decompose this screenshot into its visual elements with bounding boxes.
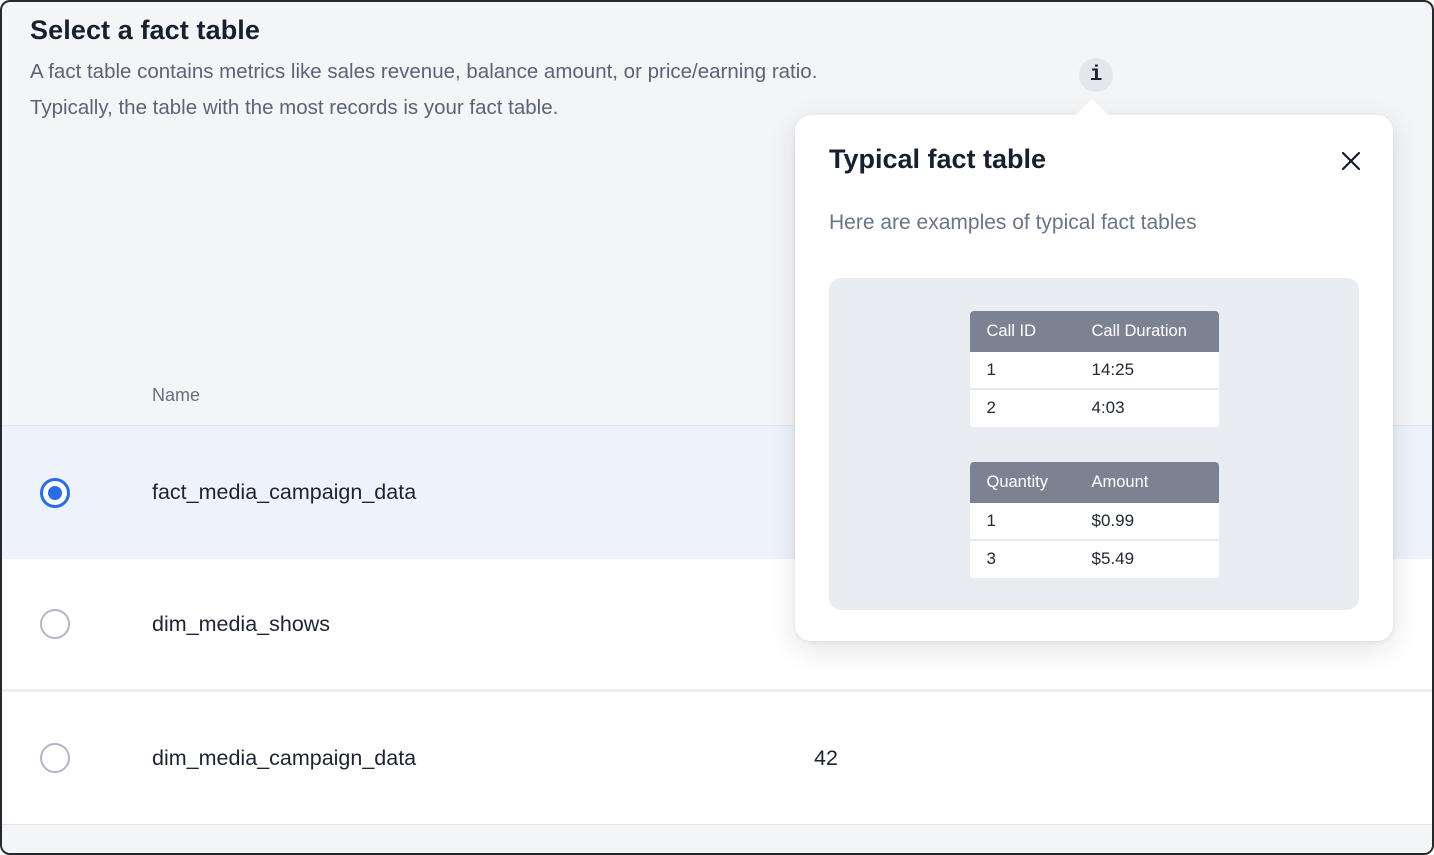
page-description-line-2: Typically, the table with the most recor…: [30, 96, 558, 120]
header-cell: Quantity: [970, 473, 1092, 492]
example-table-sales: Quantity Amount 1 $0.99 3 $5.49: [970, 462, 1219, 578]
cell: 14:25: [1092, 360, 1219, 380]
example-table-row: 2 4:03: [970, 390, 1219, 428]
cell: 1: [970, 360, 1092, 380]
cell: 1: [970, 511, 1092, 531]
cell: 3: [970, 549, 1092, 569]
page-description-line-1: A fact table contains metrics like sales…: [30, 60, 817, 84]
example-table-row: 1 $0.99: [970, 503, 1219, 541]
header-cell: Amount: [1092, 473, 1219, 492]
cell: $0.99: [1092, 511, 1219, 531]
cell: $5.49: [1092, 549, 1219, 569]
table-name-label: dim_media_campaign_data: [152, 746, 416, 771]
radio-unselected[interactable]: [40, 609, 70, 639]
record-count: 42: [814, 746, 838, 771]
cell: 4:03: [1092, 398, 1219, 418]
info-icon: i: [1090, 65, 1103, 86]
header-cell: Call ID: [970, 322, 1092, 341]
example-table-header-row: Call ID Call Duration: [970, 311, 1219, 352]
info-button[interactable]: i: [1079, 58, 1113, 92]
close-icon: [1339, 149, 1363, 173]
column-header-name: Name: [152, 385, 200, 406]
example-table-row: 1 14:25: [970, 352, 1219, 390]
cell: 2: [970, 398, 1092, 418]
footer-strip: [2, 824, 1434, 855]
close-button[interactable]: [1337, 147, 1365, 175]
example-table-header-row: Quantity Amount: [970, 462, 1219, 503]
typical-fact-table-popover: Typical fact table Here are examples of …: [795, 115, 1393, 641]
table-name-label: dim_media_shows: [152, 612, 330, 637]
popover-caret: [1074, 99, 1111, 136]
example-table-row: 3 $5.49: [970, 541, 1219, 579]
example-tables-card: Call ID Call Duration 1 14:25 2 4:03 Qua…: [829, 278, 1359, 610]
radio-unselected[interactable]: [40, 743, 70, 773]
table-name-label: fact_media_campaign_data: [152, 480, 416, 505]
radio-selected[interactable]: [40, 478, 70, 508]
example-table-calls: Call ID Call Duration 1 14:25 2 4:03: [970, 311, 1219, 427]
popover-subtitle: Here are examples of typical fact tables: [829, 211, 1197, 235]
popover-title: Typical fact table: [829, 144, 1046, 175]
header-cell: Call Duration: [1092, 322, 1219, 341]
page-title: Select a fact table: [30, 15, 260, 46]
table-row-dim-media-campaign-data[interactable]: dim_media_campaign_data 42: [2, 692, 1434, 824]
app-window: Select a fact table A fact table contain…: [0, 0, 1434, 855]
